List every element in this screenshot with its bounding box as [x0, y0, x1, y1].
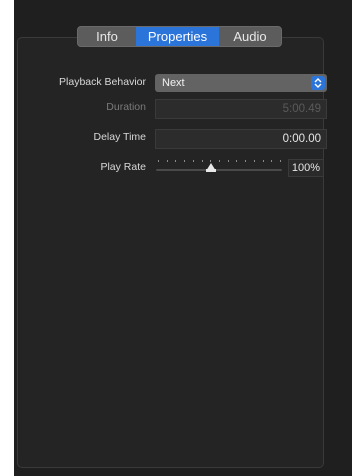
duration-field: 5:00.49: [155, 99, 327, 119]
slider-tick: [193, 160, 194, 162]
chevron-up-down-icon: [311, 76, 325, 90]
playback-behavior-select[interactable]: Next: [155, 74, 327, 92]
slider-tick: [236, 160, 237, 162]
slider-tick: [263, 160, 264, 162]
playback-behavior-label: Playback Behavior: [59, 76, 146, 88]
slider-track: [156, 169, 282, 171]
duration-label: Duration: [106, 101, 146, 113]
playback-behavior-value: Next: [162, 77, 185, 89]
tab-info[interactable]: Info: [78, 27, 136, 46]
play-rate-label: Play Rate: [100, 161, 146, 173]
tab-audio[interactable]: Audio: [219, 27, 281, 46]
play-rate-value: 100%: [288, 159, 324, 177]
slider-tick: [245, 160, 246, 162]
delay-time-label: Delay Time: [93, 131, 146, 143]
delay-time-field[interactable]: 0:00.00: [155, 129, 327, 149]
slider-tick: [228, 160, 229, 162]
slider-tick: [210, 160, 211, 162]
slider-tick: [158, 160, 159, 162]
slider-tick: [219, 160, 220, 162]
play-rate-slider[interactable]: [156, 155, 282, 177]
slider-thumb-base: [206, 169, 216, 172]
slider-tick: [184, 160, 185, 162]
slider-tick: [175, 160, 176, 162]
tab-bar: Info Properties Audio: [77, 26, 282, 47]
slider-tick: [271, 160, 272, 162]
slider-tick: [254, 160, 255, 162]
slider-tick: [167, 160, 168, 162]
tab-properties[interactable]: Properties: [136, 27, 219, 46]
slider-tick: [280, 160, 281, 162]
slider-tick: [202, 160, 203, 162]
